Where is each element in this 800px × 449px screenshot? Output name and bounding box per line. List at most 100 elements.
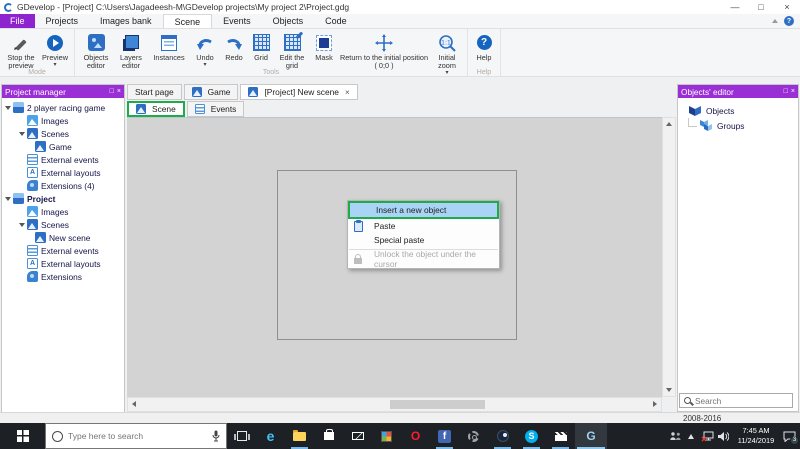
minimize-button[interactable]: — [722,2,748,12]
edge-button[interactable] [256,423,285,449]
horizontal-scrollbar[interactable] [127,397,662,412]
scroll-down-icon[interactable] [663,384,675,396]
collapse-arrow-icon[interactable] [5,106,13,110]
undo-button[interactable]: Undo ▾ [190,31,220,69]
tree-item-extensions[interactable]: Extensions (4) [2,179,124,192]
tree-item-external-layouts[interactable]: External layouts [2,166,124,179]
tree-item-external-layouts[interactable]: External layouts [2,257,124,270]
tree-item-project[interactable]: Project [2,192,124,205]
search-input[interactable] [695,396,788,406]
menu-item-special-paste[interactable]: Special paste [348,233,499,247]
group-label-help: Help [468,69,500,76]
speaker-icon[interactable] [716,431,730,442]
tree-item-scenes[interactable]: Scenes [2,218,124,231]
photos-button[interactable] [372,423,401,449]
return-initial-position-button[interactable]: Return to the initial position ( 0;0 ) [338,31,430,71]
tree-label: External events [41,246,99,256]
tree-item-racing-game[interactable]: 2 player racing game [2,101,124,114]
tab-start-page[interactable]: Start page [127,84,182,100]
objects-search-box[interactable] [679,393,793,408]
help-button[interactable]: Help [471,31,497,63]
panel-close-icon[interactable]: × [791,88,795,95]
menu-tab-projects[interactable]: Projects [35,14,90,28]
panel-restore-icon[interactable]: □ [110,88,114,95]
gdevelop-taskbar-button[interactable] [575,423,607,449]
movies-button[interactable] [546,423,575,449]
store-button[interactable] [314,423,343,449]
taskbar-search-input[interactable] [68,431,207,441]
tree-item-images[interactable]: Images [2,205,124,218]
facebook-button[interactable] [430,423,459,449]
tab-scene-view[interactable]: Scene [127,101,185,117]
stop-preview-button[interactable]: Stop the preview [3,31,39,71]
ribbon-help-icon[interactable] [784,16,794,26]
preview-dropdown-icon[interactable]: ▾ [53,62,56,68]
maximize-button[interactable]: □ [748,2,774,12]
book-icon [688,105,702,117]
chevron-up-icon[interactable] [684,434,698,439]
undo-dropdown-icon[interactable]: ▾ [203,62,206,68]
close-button[interactable]: × [774,2,800,12]
scroll-up-icon[interactable] [663,118,675,130]
redo-button[interactable]: Redo [220,31,248,63]
tree-item-game-scene[interactable]: Game [2,140,124,153]
menu-item-insert-new-object[interactable]: Insert a new object [348,201,499,219]
file-explorer-button[interactable] [285,423,314,449]
network-no-internet-icon[interactable] [700,431,714,442]
grid-button[interactable]: Grid [248,31,274,63]
tree-item-external-events[interactable]: External events [2,153,124,166]
menu-tab-file[interactable]: File [0,14,35,28]
tab-new-scene[interactable]: [Project] New scene × [240,84,357,100]
taskbar-clock[interactable]: 7:45 AM 11/24/2019 [732,426,780,445]
collapse-ribbon-icon[interactable] [772,19,778,23]
panel-close-icon[interactable]: × [117,88,121,95]
taskbar-search-box[interactable] [45,423,227,449]
menu-item-paste[interactable]: Paste [348,219,499,233]
steam-button[interactable] [488,423,517,449]
scroll-right-icon[interactable] [649,398,661,410]
tree-label: External events [41,155,99,165]
tab-game[interactable]: Game [184,84,239,100]
menu-tab-events[interactable]: Events [212,14,262,28]
tree-item-scenes[interactable]: Scenes [2,127,124,140]
edit-grid-button[interactable]: Edit the grid [274,31,310,71]
tree-item-external-events[interactable]: External events [2,244,124,257]
layers-editor-button[interactable]: Layers editor [114,31,148,71]
objects-editor-button[interactable]: Objects editor [78,31,114,71]
tree-item-images[interactable]: Images [2,114,124,127]
action-center-button[interactable]: 3 [782,431,796,442]
scrollbar-thumb[interactable] [390,400,485,409]
panel-restore-icon[interactable]: □ [784,88,788,95]
start-button[interactable] [0,423,45,449]
opera-button[interactable] [401,423,430,449]
vertical-scrollbar[interactable] [662,117,676,397]
skype-button[interactable] [517,423,546,449]
menu-tab-images-bank[interactable]: Images bank [89,14,163,28]
mask-label: Mask [315,54,332,62]
task-view-button[interactable] [227,423,256,449]
menu-tab-scene[interactable]: Scene [163,14,213,28]
people-icon[interactable] [668,431,682,441]
settings-button[interactable] [459,423,488,449]
menu-tab-code[interactable]: Code [314,14,358,28]
ribbon-group-help: Help Help [468,29,501,76]
tree-item-extensions[interactable]: Extensions [2,270,124,283]
menu-tab-objects[interactable]: Objects [262,14,315,28]
mask-button[interactable]: Mask [310,31,338,63]
ribbon-group-mode: Stop the preview Preview ▾ Mode [0,29,75,76]
grid-icon [253,34,270,51]
preview-button[interactable]: Preview ▾ [39,31,71,69]
store-bag-icon [324,432,334,440]
instances-button[interactable]: Instances [148,31,190,63]
microphone-icon[interactable] [212,430,220,442]
scroll-left-icon[interactable] [128,398,140,410]
mail-button[interactable] [343,423,372,449]
collapse-arrow-icon[interactable] [19,223,27,227]
tree-item-objects[interactable]: Objects [678,103,798,118]
collapse-arrow-icon[interactable] [5,197,13,201]
tree-item-groups[interactable]: Groups [678,118,798,133]
close-tab-icon[interactable]: × [345,88,350,97]
collapse-arrow-icon[interactable] [19,132,27,136]
tab-events-view[interactable]: Events [187,101,245,117]
tree-item-new-scene[interactable]: New scene [2,231,124,244]
